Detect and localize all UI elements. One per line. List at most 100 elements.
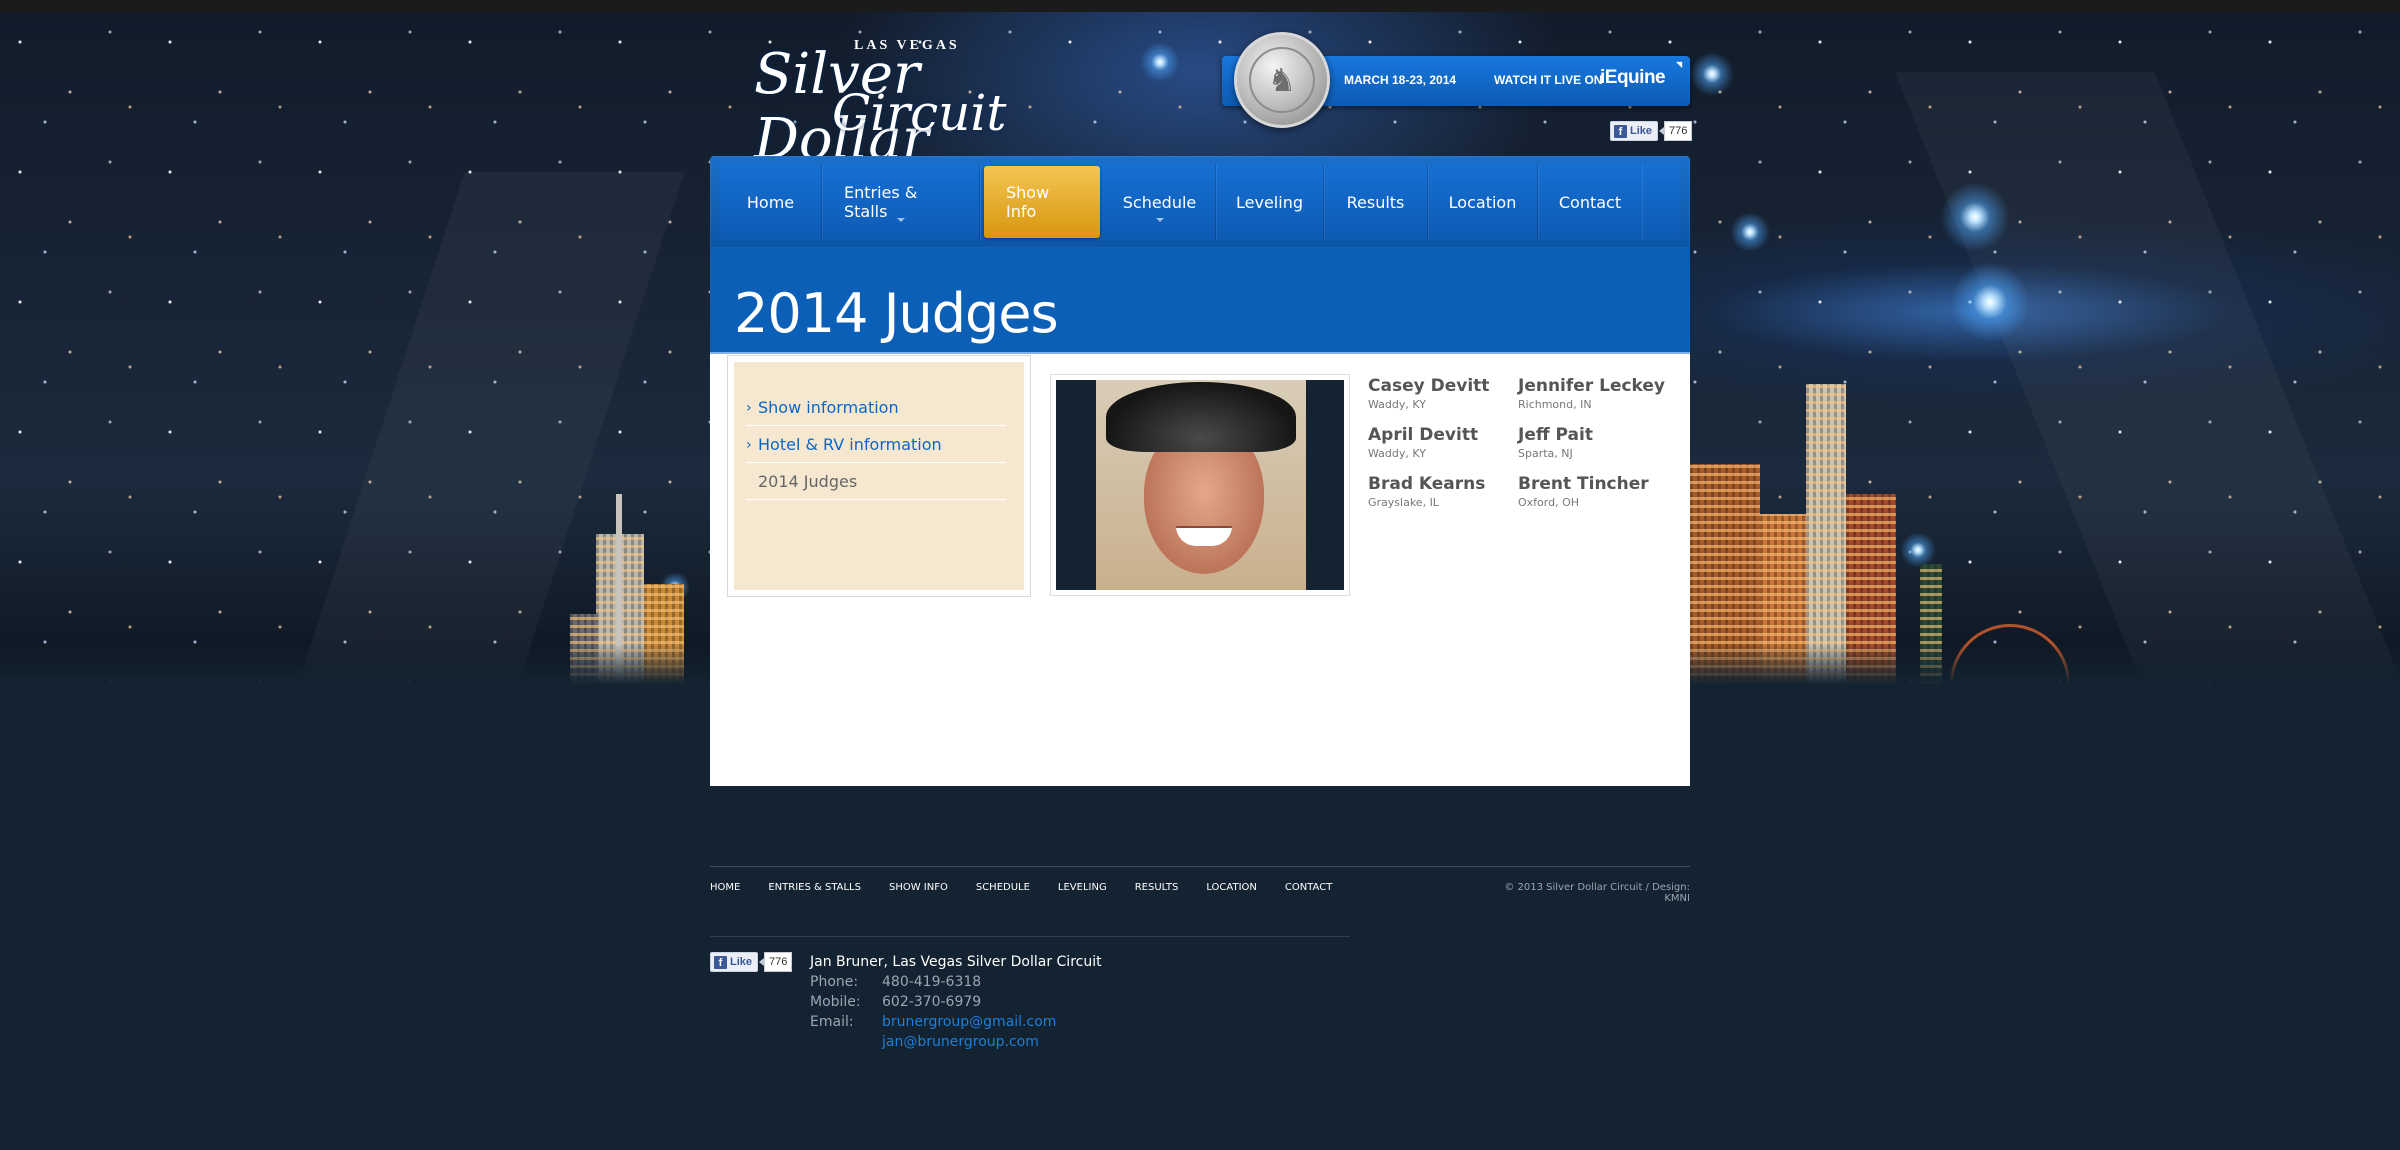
like-label: Like [1630,125,1653,137]
contact-phone-row: Phone: 480-419-6318 [810,972,1102,992]
horse-head-icon: ♞ [1249,47,1315,113]
footer-nav: HOME ENTRIES & STALLS SHOW INFO SCHEDULE… [710,882,1332,893]
star-glow [1140,42,1180,82]
nav-label: Results [1346,192,1405,212]
like-label: Like [730,956,753,968]
facebook-like-button[interactable]: f Like [1610,121,1659,141]
footer-link-contact[interactable]: CONTACT [1285,882,1332,893]
footer-link-schedule[interactable]: SCHEDULE [976,882,1030,893]
contact-email-row-2: jan@brunergroup.com [810,1032,1102,1052]
judge-entry: April Devitt Waddy, KY [1368,425,1518,460]
nav-home[interactable]: Home [720,164,822,240]
nav-label: Show Info [1006,183,1050,221]
contact-name: Jan Bruner, Las Vegas Silver Dollar Circ… [810,954,1102,970]
mobile-label: Mobile: [810,994,861,1010]
photo-cowboy-hat [1106,382,1296,452]
judge-location: Sparta, NJ [1518,447,1573,460]
contact-mobile-row: Mobile: 602-370-6979 [810,992,1102,1012]
footer-divider-2 [710,936,1350,937]
nav-results[interactable]: Results [1324,164,1428,240]
sidebar-item-hotel-rv[interactable]: › Hotel & RV information [746,427,1006,463]
nav-label: Contact [1558,192,1622,212]
main-nav-bar: Home Entries & Stalls Show Info Schedule… [720,164,1680,240]
phone-label: Phone: [810,974,859,990]
phone-value: 480-419-6318 [882,974,982,990]
nav-label: Schedule [1122,192,1197,212]
footer-divider [710,866,1690,867]
judge-location: Waddy, KY [1368,398,1426,411]
nav-entries-stalls[interactable]: Entries & Stalls [822,164,980,240]
mobile-value: 602-370-6979 [882,994,982,1010]
star-glow [1690,52,1734,96]
silver-dollar-medal-icon: ♞ [1234,32,1330,128]
footer-copyright: © 2013 Silver Dollar Circuit / Design: K… [1504,882,1690,904]
nav-label: Location [1448,192,1517,212]
show-dates: MARCH 18-23, 2014 [1344,73,1457,87]
judge-photo [1056,380,1344,590]
judge-location: Grayslake, IL [1368,496,1439,509]
facebook-like-widget[interactable]: f Like 776 [1610,121,1693,141]
email-label: Email: [810,1014,854,1030]
sidebar: › Show information › Hotel & RV informat… [727,355,1031,597]
facebook-like-button[interactable]: f Like [710,952,759,972]
judge-entry: Casey Devitt Waddy, KY [1368,376,1518,411]
iequine-logo[interactable]: iEquine [1600,67,1666,89]
like-count: 776 [1658,121,1693,141]
judge-location: Richmond, IN [1518,398,1592,411]
nav-schedule[interactable]: Schedule [1104,164,1216,240]
nav-label: Leveling [1236,192,1303,212]
star-glow [1950,262,2030,342]
judge-entry: Jennifer Leckey Richmond, IN [1518,376,1668,411]
judge-name: Casey Devitt [1368,376,1490,396]
judges-list: Casey Devitt Waddy, KY Jennifer Leckey R… [1368,376,1688,509]
judge-name: April Devitt [1368,425,1479,445]
footer-link-show-info[interactable]: SHOW INFO [889,882,948,893]
footer-link-entries-stalls[interactable]: ENTRIES & STALLS [768,882,861,893]
judge-entry: Brent Tincher Oxford, OH [1518,474,1668,509]
judge-name: Jennifer Leckey [1518,376,1666,396]
nav-leveling[interactable]: Leveling [1216,164,1324,240]
facebook-icon: f [714,955,727,969]
judge-entry: Jeff Pait Sparta, NJ [1518,425,1668,460]
footer-link-home[interactable]: HOME [710,882,740,893]
judge-photo-frame [1050,374,1350,596]
like-count: 776 [758,952,793,972]
email-label-spacer [810,1032,882,1052]
watch-live-label: WATCH IT LIVE ON [1494,73,1603,87]
footer-contact: Jan Bruner, Las Vegas Silver Dollar Circ… [810,952,1102,1052]
main-content: 2014 Judges › Show information › Hotel &… [710,248,1690,786]
sidebar-item-label: 2014 Judges [758,472,858,491]
judge-location: Waddy, KY [1368,447,1426,460]
site-logo[interactable]: LAS VEGAS Silver Dollar Circuit [754,26,1014,176]
nav-location[interactable]: Location [1428,164,1538,240]
sidebar-item-show-information[interactable]: › Show information [746,390,1006,426]
facebook-icon: f [1614,124,1627,138]
judge-name: Jeff Pait [1518,425,1593,445]
sidebar-item-label: Show information [758,398,899,417]
skyline-building [1806,384,1846,684]
top-bar [0,0,2400,12]
main-nav: Home Entries & Stalls Show Info Schedule… [710,156,1690,248]
email-link-1[interactable]: brunergroup@gmail.com [882,1012,1056,1032]
footer-link-leveling[interactable]: LEVELING [1058,882,1107,893]
star-glow [1900,532,1936,568]
footer-link-results[interactable]: RESULTS [1135,882,1179,893]
nav-contact[interactable]: Contact [1538,164,1642,240]
sidebar-item-2014-judges[interactable]: 2014 Judges [746,464,1006,500]
nav-label: Entries & Stalls [844,183,918,221]
judge-name: Brad Kearns [1368,474,1486,494]
chevron-down-icon [896,218,905,226]
nav-label: Home [746,192,795,212]
judge-entry: Brad Kearns Grayslake, IL [1368,474,1518,509]
judge-location: Oxford, OH [1518,496,1580,509]
footer-link-location[interactable]: LOCATION [1206,882,1257,893]
footer-facebook-like-widget[interactable]: f Like 776 [710,952,793,972]
email-link-2[interactable]: jan@brunergroup.com [882,1032,1039,1052]
logo-script-line2: Circuit [832,84,1007,142]
contact-email-row: Email: brunergroup@gmail.com [810,1012,1102,1032]
chevron-down-icon [1155,218,1164,226]
chevron-right-icon: › [746,399,752,416]
nav-show-info[interactable]: Show Info [984,166,1100,238]
star-glow [1730,212,1770,252]
star-glow [1940,182,2010,252]
